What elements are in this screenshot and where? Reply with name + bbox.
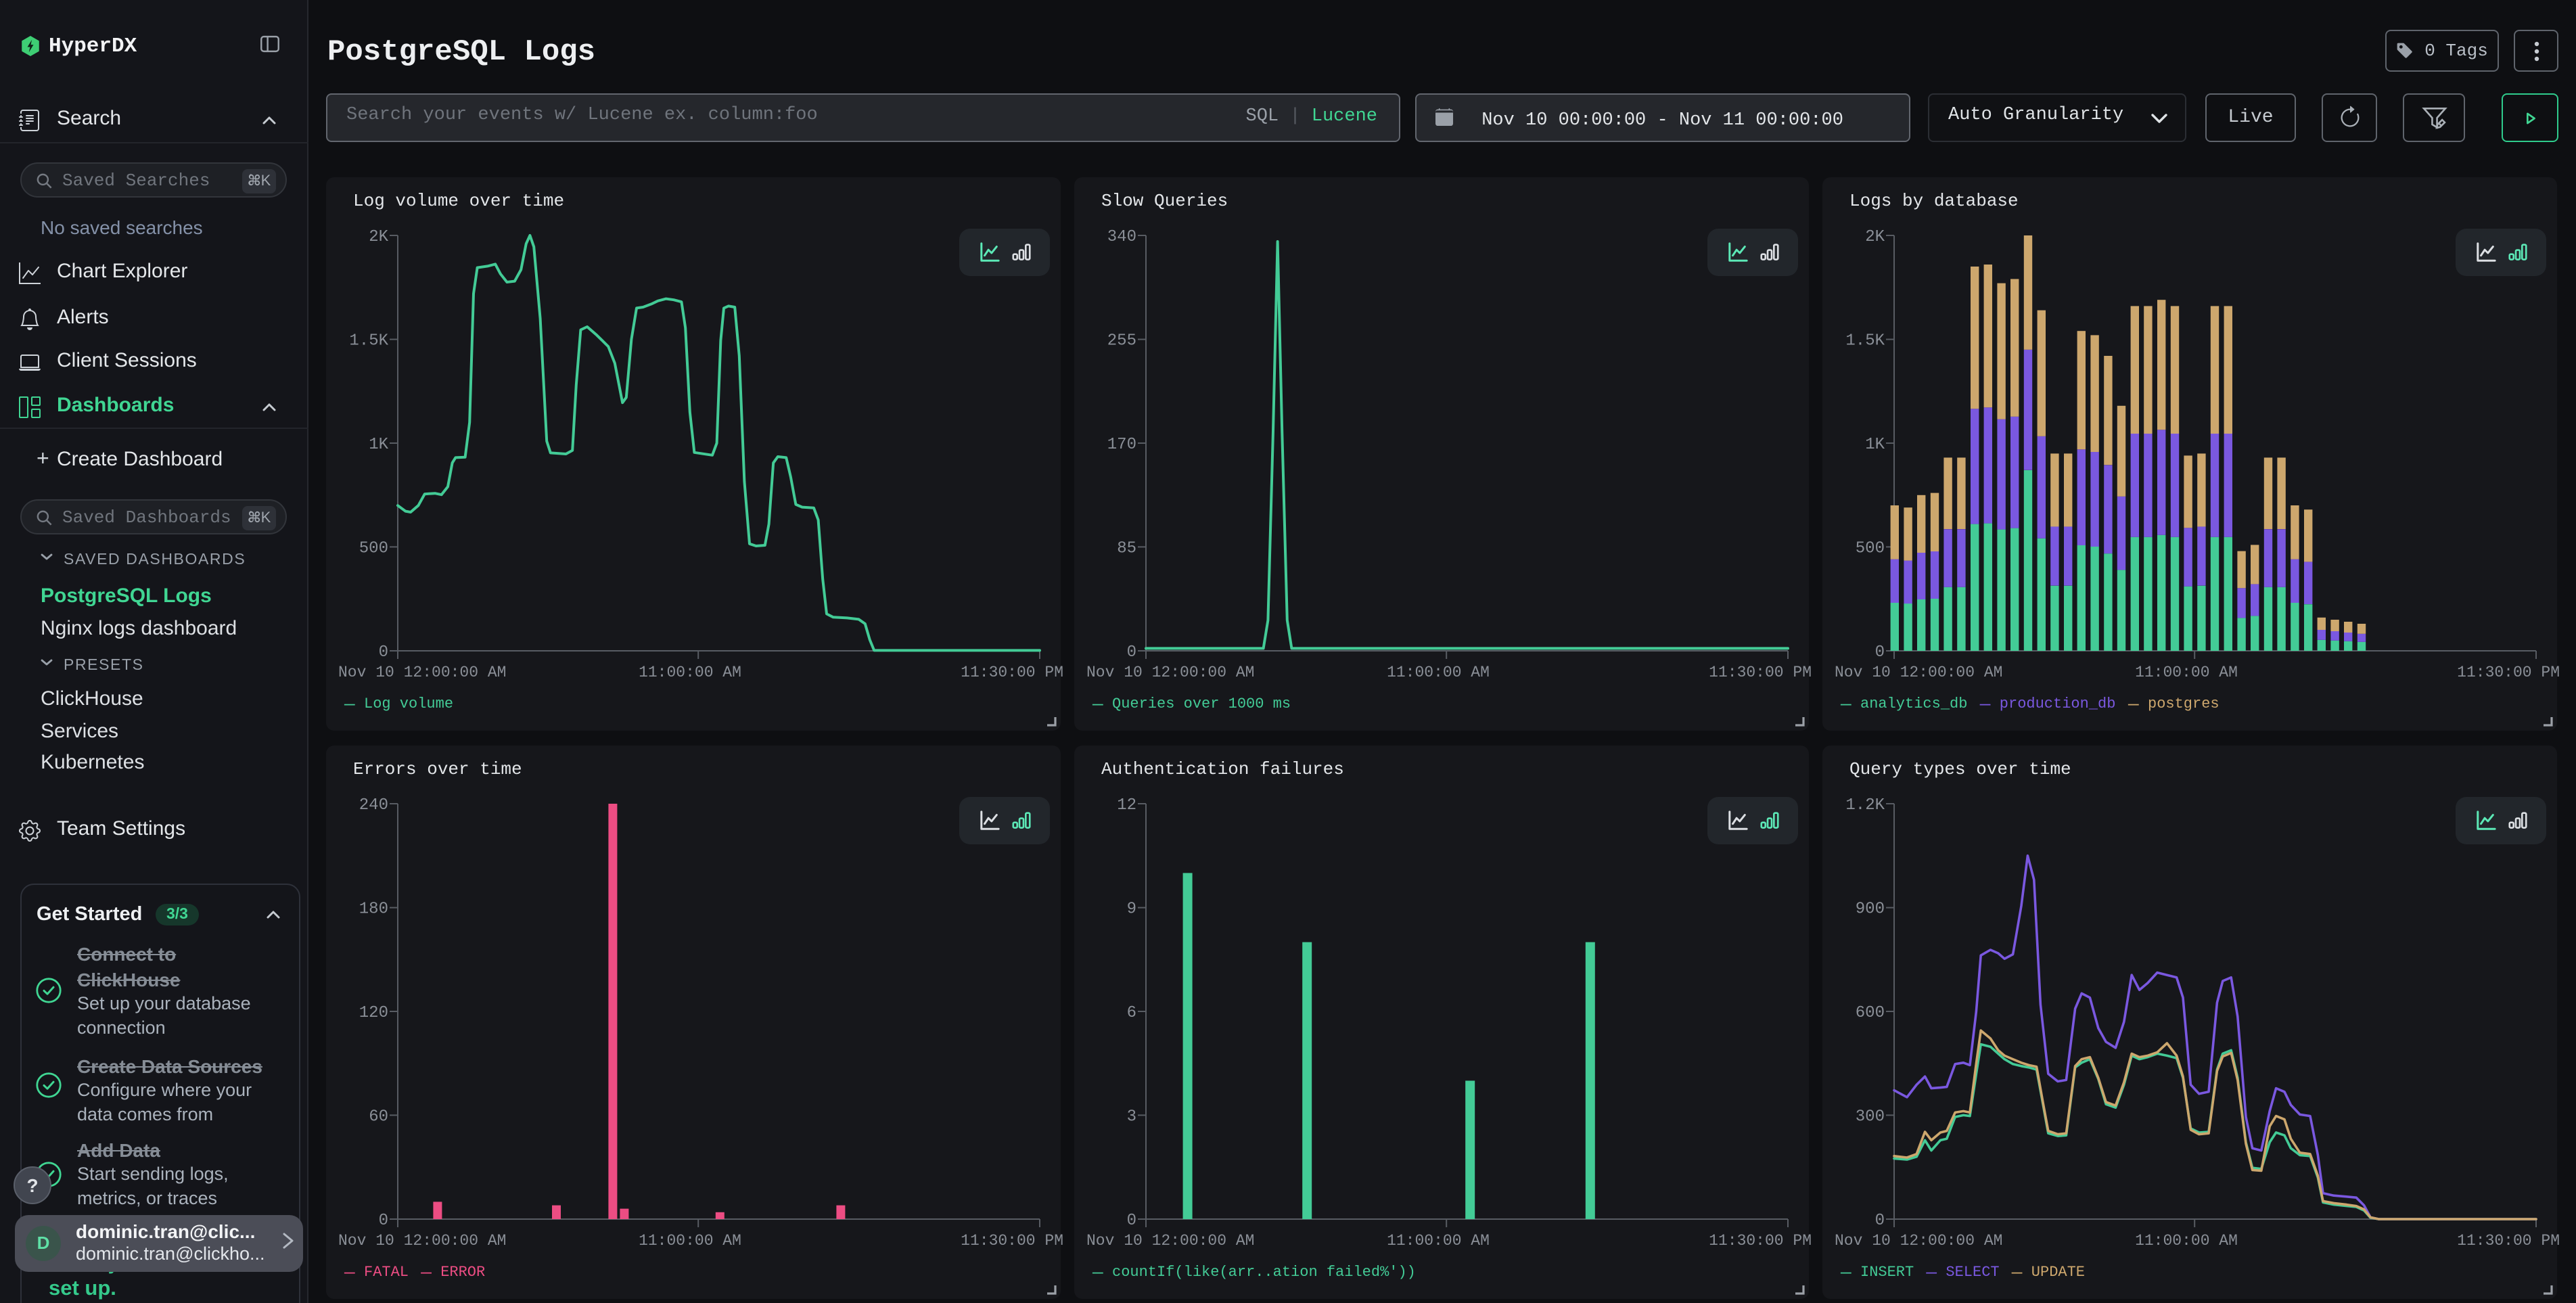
- svg-text:11:00:00 AM: 11:00:00 AM: [2135, 664, 2238, 681]
- svg-text:0: 0: [379, 643, 388, 662]
- svg-text:340: 340: [1107, 228, 1136, 246]
- svg-text:11:00:00 AM: 11:00:00 AM: [2135, 1232, 2238, 1250]
- svg-text:—: —: [420, 1262, 432, 1283]
- svg-text:500: 500: [1856, 539, 1885, 557]
- svg-text:11:30:00 PM: 11:30:00 PM: [2457, 1232, 2560, 1250]
- svg-text:ERROR: ERROR: [440, 1264, 485, 1281]
- svg-text:2K: 2K: [369, 228, 388, 246]
- svg-text:—: —: [2128, 694, 2139, 714]
- svg-text:analytics_db: analytics_db: [1860, 695, 1967, 712]
- svg-text:11:00:00 AM: 11:00:00 AM: [1387, 1232, 1490, 1250]
- svg-text:11:30:00 PM: 11:30:00 PM: [2457, 664, 2560, 681]
- svg-text:500: 500: [359, 539, 388, 557]
- svg-text:170: 170: [1107, 436, 1136, 454]
- svg-text:Nov 10 12:00:00 AM: Nov 10 12:00:00 AM: [338, 1232, 506, 1250]
- svg-text:3: 3: [1127, 1107, 1136, 1126]
- svg-text:180: 180: [359, 900, 388, 919]
- svg-text:2K: 2K: [1865, 228, 1885, 246]
- svg-text:900: 900: [1856, 900, 1885, 919]
- svg-text:12: 12: [1117, 796, 1136, 815]
- svg-text:Log volume: Log volume: [364, 695, 453, 712]
- svg-text:120: 120: [359, 1004, 388, 1022]
- svg-text:9: 9: [1127, 900, 1136, 919]
- svg-text:600: 600: [1856, 1004, 1885, 1022]
- svg-text:0: 0: [379, 1212, 388, 1230]
- svg-text:—: —: [1979, 694, 1991, 714]
- svg-text:—: —: [2011, 1262, 2023, 1283]
- svg-text:—: —: [1092, 694, 1103, 714]
- svg-text:Nov 10 12:00:00 AM: Nov 10 12:00:00 AM: [1086, 1232, 1254, 1250]
- svg-text:INSERT: INSERT: [1860, 1264, 1914, 1281]
- svg-text:11:00:00 AM: 11:00:00 AM: [639, 664, 741, 681]
- svg-text:85: 85: [1117, 539, 1136, 557]
- svg-text:1K: 1K: [1865, 436, 1885, 454]
- svg-text:0: 0: [1127, 1212, 1136, 1230]
- svg-text:11:00:00 AM: 11:00:00 AM: [1387, 664, 1490, 681]
- svg-text:1K: 1K: [369, 436, 388, 454]
- svg-text:240: 240: [359, 796, 388, 815]
- svg-text:11:30:00 PM: 11:30:00 PM: [1709, 664, 1812, 681]
- svg-text:—: —: [344, 1262, 355, 1283]
- svg-text:production_db: production_db: [2000, 695, 2116, 712]
- svg-text:255: 255: [1107, 332, 1136, 350]
- svg-text:1.2K: 1.2K: [1845, 796, 1885, 815]
- svg-text:—: —: [1840, 1262, 1852, 1283]
- svg-text:—: —: [1840, 694, 1852, 714]
- svg-text:0: 0: [1127, 643, 1136, 662]
- svg-text:11:00:00 AM: 11:00:00 AM: [639, 1232, 741, 1250]
- svg-text:SELECT: SELECT: [1946, 1264, 1999, 1281]
- svg-text:6: 6: [1127, 1004, 1136, 1022]
- svg-text:11:30:00 PM: 11:30:00 PM: [1709, 1232, 1812, 1250]
- svg-text:Nov 10 12:00:00 AM: Nov 10 12:00:00 AM: [1835, 1232, 2002, 1250]
- svg-text:0: 0: [1875, 1212, 1885, 1230]
- svg-text:11:30:00 PM: 11:30:00 PM: [961, 664, 1063, 681]
- svg-text:60: 60: [369, 1107, 388, 1126]
- svg-text:11:30:00 PM: 11:30:00 PM: [961, 1232, 1063, 1250]
- svg-text:Nov 10 12:00:00 AM: Nov 10 12:00:00 AM: [1086, 664, 1254, 681]
- svg-text:FATAL: FATAL: [364, 1264, 409, 1281]
- svg-text:1.5K: 1.5K: [1845, 332, 1885, 350]
- svg-text:1.5K: 1.5K: [349, 332, 388, 350]
- svg-text:Nov 10 12:00:00 AM: Nov 10 12:00:00 AM: [338, 664, 506, 681]
- svg-text:countIf(like(arr..ation failed: countIf(like(arr..ation failed%')): [1112, 1264, 1416, 1281]
- svg-text:—: —: [1092, 1262, 1103, 1283]
- svg-text:—: —: [344, 694, 355, 714]
- svg-text:300: 300: [1856, 1107, 1885, 1126]
- svg-text:Nov 10 12:00:00 AM: Nov 10 12:00:00 AM: [1835, 664, 2002, 681]
- svg-text:—: —: [1925, 1262, 1937, 1283]
- svg-text:UPDATE: UPDATE: [2031, 1264, 2085, 1281]
- svg-text:0: 0: [1875, 643, 1885, 662]
- svg-text:Queries over 1000 ms: Queries over 1000 ms: [1112, 695, 1291, 712]
- svg-text:postgres: postgres: [2148, 695, 2220, 712]
